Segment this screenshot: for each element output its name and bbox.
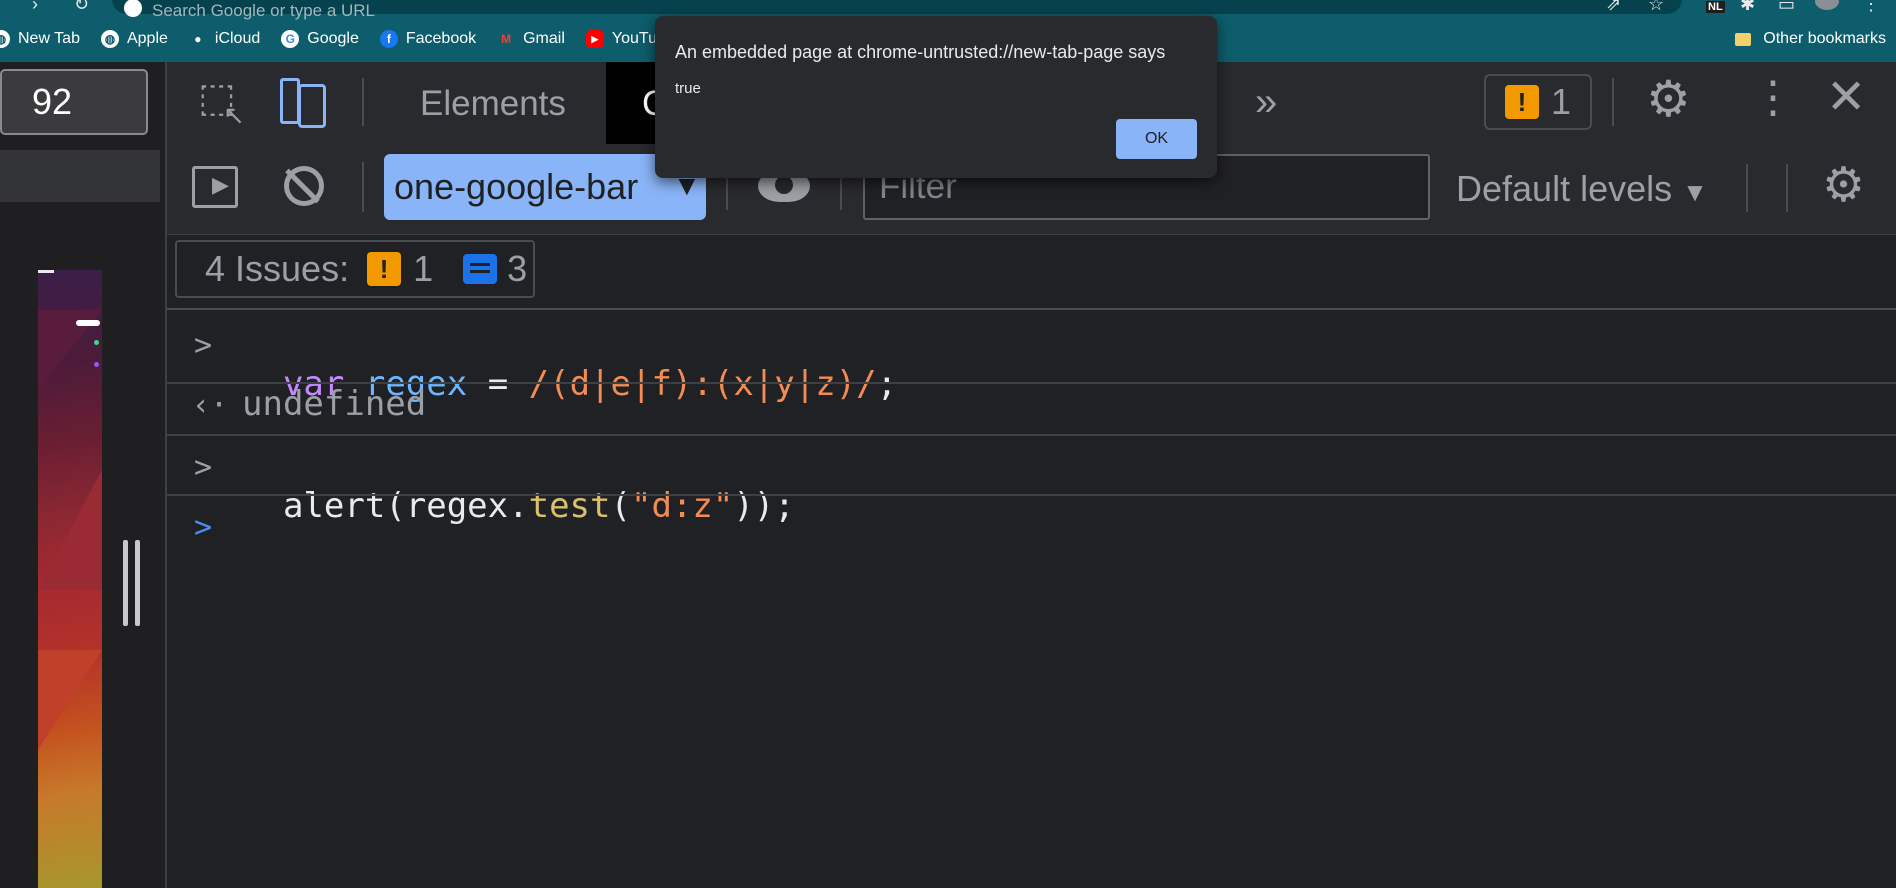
log-levels-label: Default levels bbox=[1456, 168, 1673, 209]
console-prompt-icon[interactable]: > bbox=[194, 510, 212, 545]
device-toggle-icon[interactable] bbox=[280, 78, 300, 124]
device-toggle-icon bbox=[298, 84, 326, 128]
youtube-icon: ▶ bbox=[585, 30, 604, 48]
input-prompt-icon: > bbox=[194, 450, 213, 485]
bookmark-star-icon[interactable]: ☆ bbox=[1648, 0, 1664, 15]
bookmark-label: Facebook bbox=[405, 30, 477, 47]
warning-count: 1 bbox=[413, 248, 434, 289]
code-operator: = bbox=[467, 364, 529, 404]
play-icon: ▶ bbox=[212, 172, 229, 197]
omnibox[interactable]: Search Google or type a URL bbox=[112, 0, 1682, 20]
message-divider bbox=[167, 494, 1896, 496]
ok-button[interactable]: OK bbox=[1116, 119, 1197, 159]
toolbar-separator bbox=[1612, 78, 1614, 126]
bookmark-label: Apple bbox=[126, 30, 168, 47]
bookmarks-bar: ◍ New Tab ◍ Apple ● iCloud G Google f Faceboo… bbox=[0, 26, 678, 52]
chrome-menu-icon[interactable]: ⋮ bbox=[1862, 0, 1880, 15]
close-icon[interactable]: ✕ bbox=[1826, 74, 1866, 122]
globe-icon: ◍ bbox=[100, 30, 119, 48]
bookmark-label: iCloud bbox=[214, 30, 261, 47]
issues-counter-button[interactable]: ! 1 bbox=[1484, 74, 1592, 130]
device-toolbar-strip bbox=[0, 150, 160, 202]
issues-label: 4 Issues: bbox=[205, 248, 350, 289]
forward-icon[interactable]: › bbox=[32, 0, 38, 15]
message-divider bbox=[167, 382, 1896, 384]
bookmark-gmail[interactable]: M Gmail bbox=[497, 30, 565, 48]
zoom-input[interactable]: 92 bbox=[0, 69, 148, 135]
issues-count: 1 bbox=[1550, 81, 1572, 122]
tab-elements[interactable]: Elements bbox=[420, 84, 566, 124]
console-divider bbox=[167, 308, 1896, 310]
apple-icon: ● bbox=[194, 32, 202, 46]
google-icon: G bbox=[281, 30, 300, 48]
preview-marker bbox=[38, 270, 54, 273]
info-message-icon bbox=[463, 254, 498, 284]
bookmark-facebook[interactable]: f Facebook bbox=[379, 30, 477, 48]
toolbar-separator bbox=[726, 174, 728, 210]
window-icon[interactable]: ▭ bbox=[1778, 0, 1795, 15]
more-tabs-icon[interactable]: » bbox=[1255, 80, 1277, 125]
input-prompt-icon: > bbox=[194, 328, 213, 363]
share-icon[interactable]: ⇗ bbox=[1606, 0, 1621, 15]
other-bookmarks-label: Other bookmarks bbox=[1763, 30, 1886, 47]
extensions-icon[interactable]: ✱ bbox=[1740, 0, 1755, 15]
bookmark-new-tab[interactable]: ◍ New Tab bbox=[0, 30, 80, 48]
other-bookmarks[interactable]: Other bookmarks bbox=[1735, 26, 1886, 52]
issues-bar[interactable]: 4 Issues: ! 1 3 bbox=[175, 240, 535, 298]
warning-icon: ! bbox=[1504, 85, 1539, 119]
bookmark-label: YouTu bbox=[611, 30, 657, 47]
dialog-message: An embedded page at chrome-untrusted://n… bbox=[675, 42, 1166, 62]
bookmark-apple[interactable]: ◍ Apple bbox=[100, 30, 168, 48]
profile-badge: NL bbox=[1706, 1, 1725, 13]
bookmark-youtube[interactable]: ▶ YouTu bbox=[585, 30, 657, 48]
folder-icon bbox=[1735, 32, 1752, 46]
toolbar-separator bbox=[1786, 164, 1788, 212]
bookmark-label: Gmail bbox=[523, 30, 565, 47]
bookmark-label: Google bbox=[307, 30, 359, 47]
toolbar-separator bbox=[840, 174, 842, 210]
gmail-icon: M bbox=[501, 32, 512, 46]
return-arrow-icon: ‹· bbox=[192, 388, 229, 423]
page-preview-thumbnail bbox=[38, 270, 102, 888]
settings-gear-icon[interactable]: ⚙ bbox=[1646, 74, 1691, 124]
bookmark-label: New Tab bbox=[18, 30, 80, 47]
reload-icon[interactable]: ↻ bbox=[74, 0, 89, 15]
bookmark-google[interactable]: G Google bbox=[281, 30, 359, 48]
omnibox-placeholder: Search Google or type a URL bbox=[152, 1, 376, 20]
log-levels-dropdown[interactable]: Default levels ▼ bbox=[1456, 168, 1708, 210]
console-prompt-input[interactable] bbox=[242, 506, 1842, 566]
console-result-line: undefined bbox=[242, 384, 427, 424]
toolbar-separator bbox=[1746, 164, 1748, 212]
code-semicolon: ; bbox=[876, 364, 898, 404]
globe-icon: ◍ bbox=[0, 30, 10, 48]
resize-handle[interactable] bbox=[135, 540, 140, 626]
toolbar-separator bbox=[362, 78, 364, 126]
code-regex-literal: /(d|e|f):(x|y|z)/ bbox=[528, 364, 877, 404]
dialog-value: true bbox=[675, 80, 701, 97]
chevron-down-icon: ▼ bbox=[1682, 177, 1708, 207]
message-divider bbox=[167, 434, 1896, 436]
eye-pupil bbox=[775, 176, 793, 194]
more-options-icon[interactable]: ⋮ bbox=[1751, 76, 1795, 120]
toolbar-separator bbox=[362, 162, 364, 212]
cursor-icon: ↖ bbox=[223, 100, 245, 130]
info-count: 3 bbox=[507, 248, 528, 289]
bookmark-icloud[interactable]: ● iCloud bbox=[189, 30, 260, 48]
alert-dialog: An embedded page at chrome-untrusted://n… bbox=[655, 16, 1217, 178]
facebook-icon: f bbox=[379, 30, 398, 48]
warning-icon: ! bbox=[367, 252, 402, 286]
resize-handle[interactable] bbox=[123, 540, 128, 626]
console-settings-gear-icon[interactable]: ⚙ bbox=[1822, 162, 1865, 210]
